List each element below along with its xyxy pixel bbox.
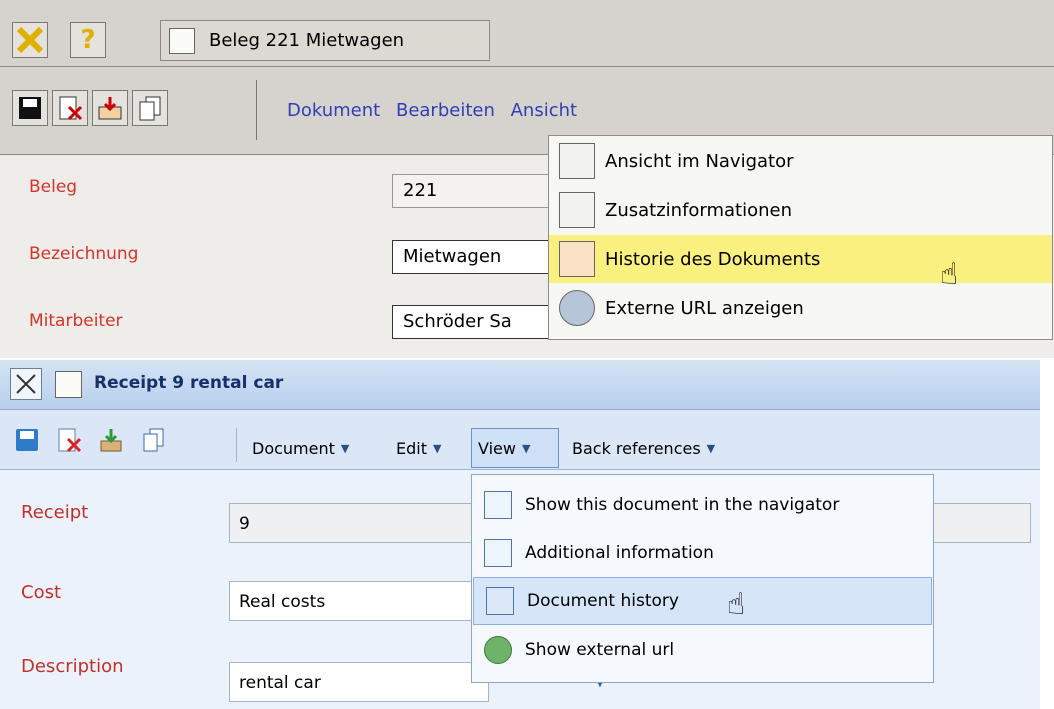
menu-item-show-in-navigator[interactable]: Show this document in the navigator xyxy=(472,481,933,529)
external-url-icon xyxy=(559,290,595,326)
menu-document[interactable]: Document ▼ xyxy=(252,428,349,468)
menu-dokument[interactable]: Dokument xyxy=(287,100,380,121)
menu-label: Edit xyxy=(396,438,427,458)
delete-icon xyxy=(58,428,82,453)
menu-ansicht[interactable]: Ansicht xyxy=(511,100,577,121)
delete-icon xyxy=(59,96,83,121)
close-icon xyxy=(16,374,36,394)
label-receipt: Receipt xyxy=(21,502,89,523)
toolbar-separator xyxy=(236,428,237,462)
label-cost: Cost xyxy=(21,582,62,603)
navigator-icon xyxy=(559,143,595,179)
navigator-icon xyxy=(484,491,512,519)
title-bar xyxy=(0,0,1054,67)
dropdown-arrow-icon: ▼ xyxy=(521,441,531,455)
copy-icon xyxy=(143,428,164,452)
copy-icon xyxy=(559,192,595,228)
menu-item-label: Show external url xyxy=(525,640,675,660)
label-bezeichnung: Bezeichnung xyxy=(29,244,139,264)
save-button[interactable] xyxy=(12,425,42,455)
view-dropdown-menu: Show this document in the navigator Addi… xyxy=(471,474,934,683)
english-ui-panel: Receipt 9 rental car Document ▼ Edit ▼ Vie… xyxy=(0,360,1054,709)
menu-label: View xyxy=(478,438,516,458)
copy-icon xyxy=(484,539,512,567)
menu-item-additional-information[interactable]: Additional information xyxy=(472,529,933,577)
menu-label: Document xyxy=(252,438,335,458)
menu-edit[interactable]: Edit ▼ xyxy=(396,428,441,468)
menu-bar: Dokument Bearbeiten Ansicht xyxy=(287,100,587,121)
page-title: Receipt 9 rental car xyxy=(94,373,284,393)
hand-cursor-icon: ☝ xyxy=(727,587,746,622)
menu-bearbeiten[interactable]: Bearbeiten xyxy=(396,100,495,121)
label-mitarbeiter: Mitarbeiter xyxy=(29,311,123,331)
menu-label: Back references xyxy=(572,438,701,458)
copy-icon xyxy=(139,96,161,121)
help-button[interactable]: ? xyxy=(70,22,106,58)
dropdown-arrow-icon: ▼ xyxy=(432,441,442,455)
import-button[interactable] xyxy=(92,90,128,126)
description-field[interactable]: rental car xyxy=(229,662,489,702)
menu-item-label: Zusatzinformationen xyxy=(605,199,793,221)
globe-icon xyxy=(484,636,512,664)
close-button[interactable] xyxy=(12,22,48,58)
menu-item-label: Show this document in the navigator xyxy=(525,495,840,515)
close-button[interactable] xyxy=(10,368,42,400)
history-icon xyxy=(486,587,514,615)
german-ui-panel: ? Beleg 221 Mietwagen Dokument Bearbeite… xyxy=(0,0,1054,358)
menu-back-references[interactable]: Back references ▼ xyxy=(572,428,715,468)
label-description: Description xyxy=(21,656,124,677)
save-button[interactable] xyxy=(12,90,48,126)
history-icon xyxy=(559,241,595,277)
import-button[interactable] xyxy=(96,425,126,455)
save-icon xyxy=(19,97,41,119)
menu-item-document-history[interactable]: Document history xyxy=(473,577,932,625)
menu-item-historie[interactable]: Historie des Dokuments xyxy=(549,235,1052,283)
cost-field[interactable]: Real costs xyxy=(229,581,489,621)
document-tab[interactable]: Beleg 221 Mietwagen xyxy=(160,20,490,61)
import-icon xyxy=(98,97,122,120)
menu-item-navigator[interactable]: Ansicht im Navigator xyxy=(549,137,1052,185)
document-icon xyxy=(55,371,82,398)
menu-view[interactable]: View ▼ xyxy=(471,428,559,468)
document-tab-title: Beleg 221 Mietwagen xyxy=(209,30,405,51)
dropdown-arrow-icon: ▼ xyxy=(340,441,350,455)
menu-item-label: Externe URL anzeigen xyxy=(605,297,804,319)
copy-button[interactable] xyxy=(138,425,168,455)
toolbar-separator xyxy=(256,80,257,140)
menu-item-show-external-url[interactable]: Show external url xyxy=(472,626,933,674)
save-icon xyxy=(16,429,38,451)
menu-item-label: Historie des Dokuments xyxy=(605,248,821,270)
menu-item-label: Document history xyxy=(527,591,679,611)
menu-item-zusatzinformationen[interactable]: Zusatzinformationen xyxy=(549,186,1052,234)
import-icon xyxy=(100,429,122,452)
help-icon: ? xyxy=(80,25,96,55)
copy-button[interactable] xyxy=(132,90,168,126)
ansicht-dropdown-menu: Ansicht im Navigator Zusatzinformationen… xyxy=(548,135,1053,340)
menu-item-label: Additional information xyxy=(525,543,714,563)
menu-item-externe-url[interactable]: Externe URL anzeigen xyxy=(549,284,1052,332)
delete-button[interactable] xyxy=(54,425,84,455)
menu-item-label: Ansicht im Navigator xyxy=(605,150,794,172)
delete-button[interactable] xyxy=(52,90,88,126)
document-icon xyxy=(169,27,195,54)
dropdown-arrow-icon: ▼ xyxy=(706,441,716,455)
hand-cursor-icon: ☝ xyxy=(940,257,959,292)
close-icon xyxy=(16,26,44,54)
label-beleg: Beleg xyxy=(29,177,78,197)
